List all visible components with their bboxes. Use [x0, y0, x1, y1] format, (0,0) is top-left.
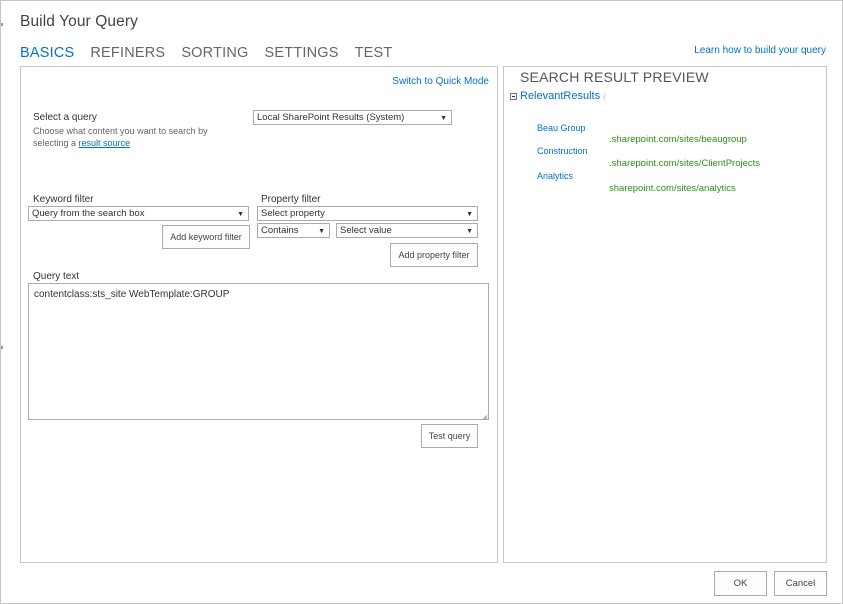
query-source-select[interactable]: Local SharePoint Results (System) ▼ [253, 110, 452, 125]
result-url: .sharepoint.com/sites/beaugroup [609, 134, 747, 145]
tab-bar: BASICS REFINERS SORTING SETTINGS TEST [20, 45, 408, 61]
dialog-title: Build Your Query [20, 13, 138, 30]
preview-title: SEARCH RESULT PREVIEW [520, 69, 709, 85]
learn-query-link[interactable]: Learn how to build your query [694, 45, 826, 56]
relevant-results-tick: ( [603, 91, 606, 101]
relevant-results-label: RelevantResults [520, 90, 601, 102]
relevant-results-node[interactable]: RelevantResults ( [510, 90, 606, 102]
keyword-filter-value: Query from the search box [32, 208, 145, 219]
value-select[interactable]: Select value ▼ [336, 223, 478, 238]
keyword-filter-label: Keyword filter [33, 194, 94, 205]
query-source-value: Local SharePoint Results (System) [257, 112, 405, 123]
result-source-link[interactable]: result source [79, 138, 131, 148]
keyword-filter-select[interactable]: Query from the search box ▼ [28, 206, 249, 221]
result-url: .sharepoint.com/sites/ClientProjects [609, 158, 761, 169]
caret-down-icon: ▼ [466, 228, 473, 235]
add-property-filter-button[interactable]: Add property filter [390, 243, 478, 267]
result-title[interactable]: Beau Group [537, 123, 586, 133]
switch-quick-mode-link[interactable]: Switch to Quick Mode [392, 76, 489, 87]
value-select-value: Select value [340, 225, 392, 236]
result-title[interactable]: Construction [537, 146, 588, 156]
caret-down-icon: ▼ [466, 211, 473, 218]
operator-select-value: Contains [261, 225, 299, 236]
caret-down-icon: ▼ [318, 228, 325, 235]
window-edge-mark [1, 346, 3, 349]
result-title[interactable]: Analytics [537, 171, 573, 181]
build-query-dialog: Build Your Query BASICS REFINERS SORTING… [0, 0, 843, 604]
collapse-box-icon[interactable] [510, 92, 517, 100]
window-edge-mark [1, 23, 3, 26]
basics-panel: Switch to Quick Mode Select a query Choo… [20, 66, 498, 563]
property-select-value: Select property [261, 208, 325, 219]
search-result-preview-panel: SEARCH RESULT PREVIEW RelevantResults ( … [503, 66, 827, 563]
caret-down-icon: ▼ [237, 211, 244, 218]
select-query-label: Select a query [33, 112, 97, 123]
add-keyword-filter-button[interactable]: Add keyword filter [162, 225, 250, 249]
property-filter-label: Property filter [261, 194, 321, 205]
result-url: sharepoint.com/sites/analytics [609, 183, 736, 194]
caret-down-icon: ▼ [440, 115, 447, 122]
test-query-button[interactable]: Test query [421, 424, 478, 448]
ok-button[interactable]: OK [714, 571, 767, 596]
tab-refiners[interactable]: REFINERS [90, 45, 165, 61]
query-text-input[interactable]: contentclass:sts_site WebTemplate:GROUP [28, 283, 489, 420]
property-select[interactable]: Select property ▼ [257, 206, 478, 221]
tab-test[interactable]: TEST [355, 45, 393, 61]
tab-settings[interactable]: SETTINGS [265, 45, 339, 61]
query-text-label: Query text [33, 271, 80, 282]
resize-grip-icon[interactable] [481, 412, 487, 418]
tab-sorting[interactable]: SORTING [181, 45, 248, 61]
select-query-description: Choose what content you want to search b… [33, 125, 223, 149]
cancel-button[interactable]: Cancel [774, 571, 827, 596]
query-text-value: contentclass:sts_site WebTemplate:GROUP [34, 289, 230, 300]
tab-basics[interactable]: BASICS [20, 45, 74, 61]
operator-select[interactable]: Contains ▼ [257, 223, 330, 238]
